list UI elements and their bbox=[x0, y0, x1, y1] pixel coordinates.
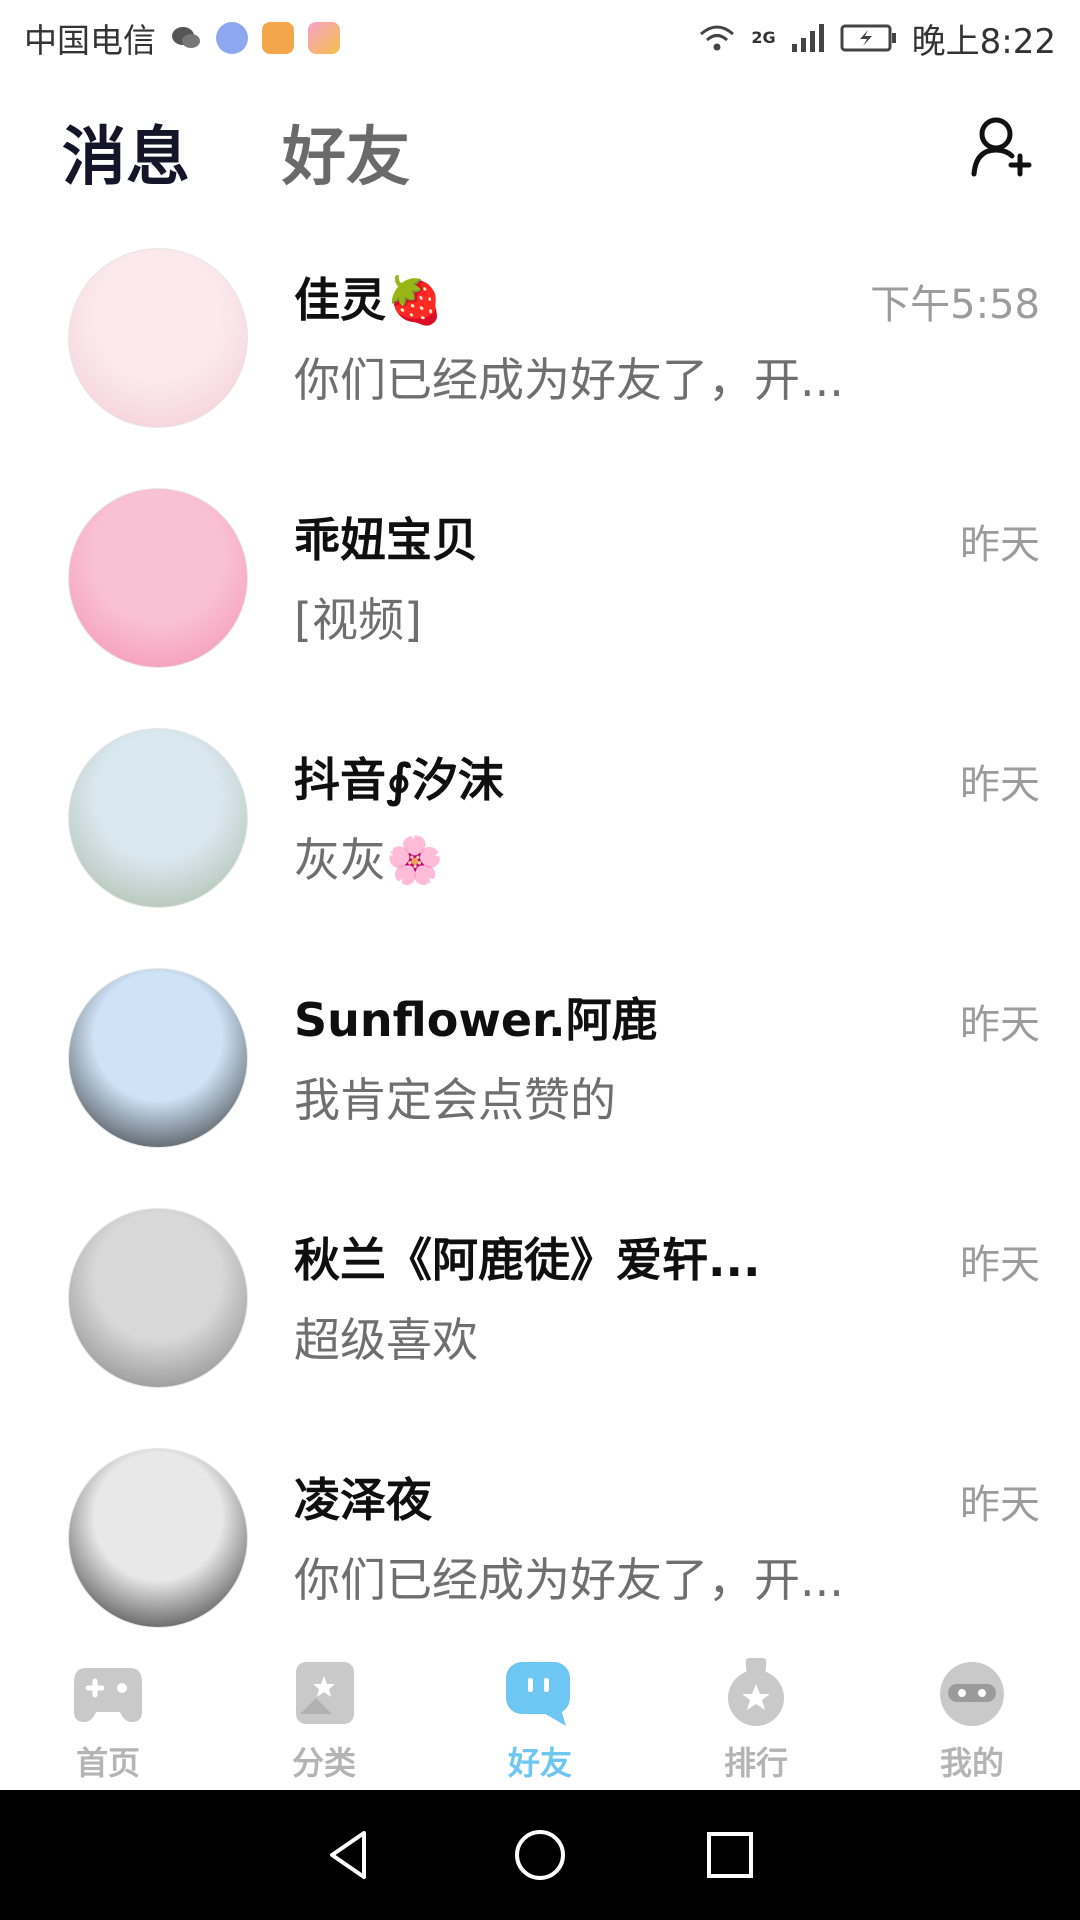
conversation-row[interactable]: 秋兰《阿鹿徒》爱轩... 昨天 超级喜欢 bbox=[0, 1200, 1080, 1440]
contact-name: 佳灵🍓 bbox=[294, 273, 444, 327]
message-time: 昨天 bbox=[960, 762, 1040, 808]
message-preview: 你们已经成为好友了，开... bbox=[294, 1553, 844, 1607]
wechat-icon bbox=[172, 27, 200, 48]
tab-category[interactable]: 分类 bbox=[216, 1636, 432, 1790]
profile-icon bbox=[940, 1662, 1004, 1726]
message-time: 昨天 bbox=[960, 1242, 1040, 1288]
page-header: 消息 好友 bbox=[0, 96, 1080, 196]
tab-label: 首页 bbox=[75, 1744, 140, 1782]
tab-label: 分类 bbox=[291, 1744, 356, 1782]
status-bar-right: 2G 晚上8:22 bbox=[697, 14, 1056, 63]
status-time: 晚上8:22 bbox=[911, 21, 1056, 62]
avatar[interactable] bbox=[68, 1448, 248, 1628]
video-app-icon bbox=[262, 22, 294, 54]
system-nav-bar bbox=[0, 1790, 1080, 1920]
tab-label: 好友 bbox=[507, 1744, 572, 1782]
message-preview: 你们已经成为好友了，开... bbox=[294, 353, 844, 407]
status-bar-left: 中国电信 bbox=[24, 14, 340, 62]
conversation-row[interactable]: 佳灵🍓 下午5:58 你们已经成为好友了，开... bbox=[0, 240, 1080, 480]
message-preview: [视频] bbox=[294, 593, 422, 647]
conversation-row[interactable]: Sunflower.阿鹿 昨天 我肯定会点赞的 bbox=[0, 960, 1080, 1200]
recents-icon[interactable] bbox=[700, 1825, 760, 1885]
store-app-icon bbox=[308, 22, 340, 54]
battery-icon bbox=[840, 24, 896, 52]
back-icon[interactable] bbox=[320, 1825, 380, 1885]
message-preview: 灰灰🌸 bbox=[294, 833, 444, 887]
avatar[interactable] bbox=[68, 488, 248, 668]
tab-label: 排行 bbox=[723, 1744, 788, 1782]
tab-messages[interactable]: 消息 bbox=[62, 106, 190, 198]
conversation-row[interactable]: 乖妞宝贝 昨天 [视频] bbox=[0, 480, 1080, 720]
signal-icon bbox=[791, 24, 824, 52]
gamepad-icon bbox=[74, 1668, 142, 1722]
contact-name: 抖音∮汐沫 bbox=[294, 753, 504, 807]
conversation-row[interactable]: 抖音∮汐沫 昨天 灰灰🌸 bbox=[0, 720, 1080, 960]
tab-home[interactable]: 首页 bbox=[0, 1636, 216, 1790]
message-time: 昨天 bbox=[960, 1002, 1040, 1048]
tab-ranking[interactable]: 排行 bbox=[648, 1636, 864, 1790]
chat-bubble-icon bbox=[506, 1662, 570, 1726]
tab-friends-nav[interactable]: 好友 bbox=[432, 1636, 648, 1790]
category-icon bbox=[296, 1662, 354, 1724]
contact-name: Sunflower.阿鹿 bbox=[294, 993, 658, 1047]
contact-name: 乖妞宝贝 bbox=[294, 513, 478, 567]
status-bar: 中国电信 2G 晚上8:22 bbox=[0, 0, 1080, 76]
add-friend-icon[interactable] bbox=[968, 112, 1036, 180]
avatar[interactable] bbox=[68, 1208, 248, 1388]
conversation-list: 佳灵🍓 下午5:58 你们已经成为好友了，开... 乖妞宝贝 昨天 [视频] 抖… bbox=[0, 240, 1080, 1680]
message-time: 昨天 bbox=[960, 522, 1040, 568]
contact-name: 凌泽夜 bbox=[294, 1473, 432, 1527]
tab-profile[interactable]: 我的 bbox=[864, 1636, 1080, 1790]
message-preview: 超级喜欢 bbox=[294, 1313, 478, 1367]
avatar[interactable] bbox=[68, 248, 248, 428]
bottom-tab-bar: 首页 分类 好友 排行 我的 bbox=[0, 1636, 1080, 1790]
music-app-icon bbox=[216, 22, 248, 54]
wifi-icon bbox=[700, 25, 735, 51]
home-icon[interactable] bbox=[510, 1825, 570, 1885]
network-type-label: 2G bbox=[751, 27, 776, 47]
ranking-icon bbox=[728, 1658, 784, 1726]
carrier-name: 中国电信 bbox=[24, 21, 156, 60]
message-preview: 我肯定会点赞的 bbox=[294, 1073, 616, 1127]
message-time: 昨天 bbox=[960, 1482, 1040, 1528]
avatar[interactable] bbox=[68, 728, 248, 908]
tab-label: 我的 bbox=[939, 1744, 1004, 1782]
avatar[interactable] bbox=[68, 968, 248, 1148]
tab-friends[interactable]: 好友 bbox=[282, 106, 410, 198]
contact-name: 秋兰《阿鹿徒》爱轩... bbox=[294, 1233, 761, 1287]
message-time: 下午5:58 bbox=[870, 282, 1040, 328]
